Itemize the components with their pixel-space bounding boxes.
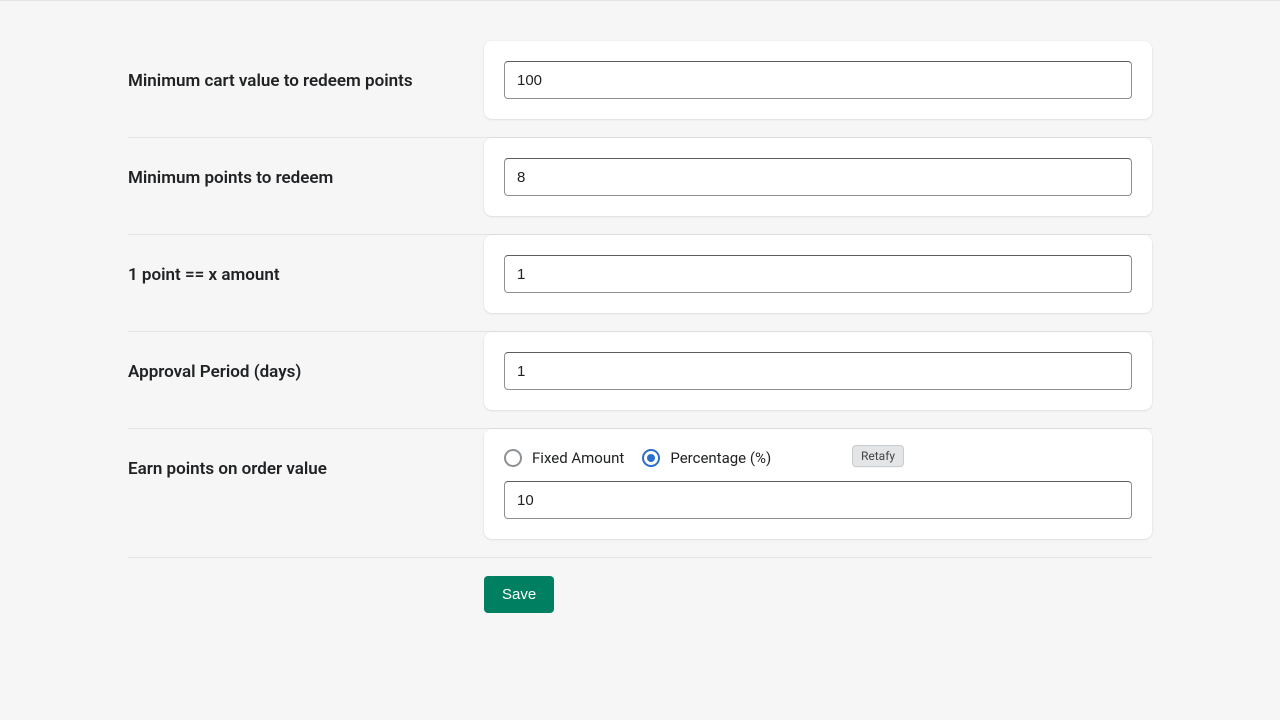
radio-fixed-amount[interactable]: Fixed Amount bbox=[504, 449, 624, 467]
card-earn: Fixed Amount Percentage (%) Retafy bbox=[484, 429, 1152, 539]
radio-fixed-label: Fixed Amount bbox=[532, 449, 624, 467]
min-points-input[interactable] bbox=[504, 158, 1132, 196]
card-approval bbox=[484, 332, 1152, 410]
row-earn: Earn points on order value Fixed Amount … bbox=[128, 429, 1152, 558]
row-point-amount: 1 point == x amount bbox=[128, 235, 1152, 332]
radio-percentage[interactable]: Percentage (%) bbox=[642, 449, 771, 467]
label-point-amount: 1 point == x amount bbox=[128, 265, 484, 285]
label-min-cart: Minimum cart value to redeem points bbox=[128, 71, 484, 91]
actions-row: Save bbox=[128, 558, 1152, 613]
tooltip-badge: Retafy bbox=[852, 445, 904, 467]
radio-icon bbox=[642, 449, 660, 467]
row-approval: Approval Period (days) bbox=[128, 332, 1152, 429]
card-point-amount bbox=[484, 235, 1152, 313]
settings-form: Minimum cart value to redeem points Mini… bbox=[128, 1, 1152, 653]
label-earn: Earn points on order value bbox=[128, 459, 484, 479]
radio-percentage-label: Percentage (%) bbox=[670, 449, 771, 467]
radio-icon bbox=[504, 449, 522, 467]
label-min-points: Minimum points to redeem bbox=[128, 168, 484, 188]
earn-type-radio-group: Fixed Amount Percentage (%) Retafy bbox=[504, 449, 1132, 467]
approval-period-input[interactable] bbox=[504, 352, 1132, 390]
card-min-cart bbox=[484, 41, 1152, 119]
earn-value-input[interactable] bbox=[504, 481, 1132, 519]
label-approval: Approval Period (days) bbox=[128, 362, 484, 382]
card-min-points bbox=[484, 138, 1152, 216]
row-min-points: Minimum points to redeem bbox=[128, 138, 1152, 235]
save-button[interactable]: Save bbox=[484, 576, 554, 613]
point-amount-input[interactable] bbox=[504, 255, 1132, 293]
min-cart-value-input[interactable] bbox=[504, 61, 1132, 99]
row-min-cart: Minimum cart value to redeem points bbox=[128, 41, 1152, 138]
